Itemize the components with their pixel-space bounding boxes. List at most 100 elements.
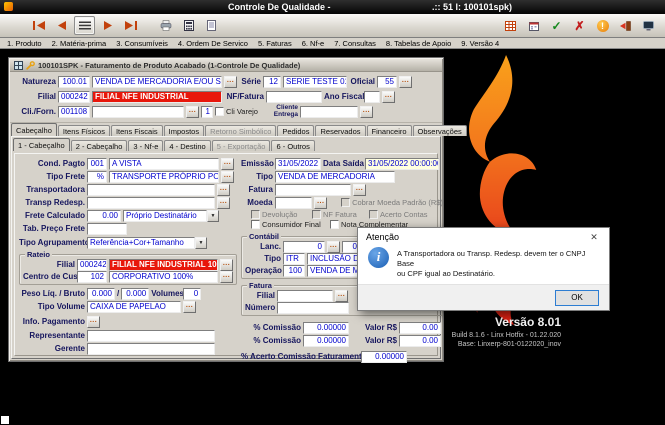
dialog-titlebar[interactable]: Atenção ✕ xyxy=(358,228,609,246)
power-button[interactable] xyxy=(638,16,659,35)
fatura-filial-input[interactable] xyxy=(277,290,333,302)
tipo-volume-input[interactable]: CAIXA DE PAPELAO xyxy=(87,301,181,313)
cond-pagto-desc-input[interactable]: A VISTA xyxy=(109,158,219,170)
tipo-agrupamento-combo-value[interactable]: Referência+Cor+Tamanho xyxy=(87,237,195,249)
cliente-entrega-input[interactable] xyxy=(300,106,358,118)
volumes-input[interactable]: 0 xyxy=(183,288,201,300)
transp-redesp-input[interactable] xyxy=(87,197,215,209)
subtab-1-cabecalho[interactable]: 1 - Cabeçalho xyxy=(13,138,70,151)
peso-liq-input[interactable]: 0.000 xyxy=(87,288,115,300)
dialog-close-button[interactable]: ✕ xyxy=(579,228,609,246)
valor-representante-input[interactable]: 0.00 xyxy=(399,322,441,334)
menu-ordem-de-servico[interactable]: 4. Ordem De Servico xyxy=(173,39,253,48)
frete-calculado-input[interactable]: 0.00 xyxy=(87,210,121,222)
gerente-input[interactable] xyxy=(87,343,215,355)
fatura-lookup-button[interactable]: ... xyxy=(353,184,366,196)
calendar-button[interactable] xyxy=(523,16,544,35)
transportadora-input[interactable] xyxy=(87,184,215,196)
numero-input[interactable] xyxy=(277,302,349,314)
menu-consultas[interactable]: 7. Consultas xyxy=(329,39,381,48)
cond-pagto-code-input[interactable]: 001 xyxy=(87,158,107,170)
centro-custo-lookup-button[interactable]: ... xyxy=(220,271,233,283)
menu-nfe[interactable]: 6. Nf-e xyxy=(297,39,330,48)
tipo-agrupamento-combo[interactable]: Referência+Cor+Tamanho ▼ xyxy=(87,237,207,249)
frete-tipo-combo-value[interactable]: Próprio Destinatário xyxy=(123,210,207,222)
tab-observacoes[interactable]: Observações xyxy=(413,125,467,136)
window-titlebar[interactable]: 100101SPK - Faturamento de Produto Acaba… xyxy=(10,59,442,72)
first-record-button[interactable] xyxy=(28,16,49,35)
transportadora-lookup-button[interactable]: ... xyxy=(217,184,230,196)
table-button[interactable] xyxy=(500,16,521,35)
subtab-2-cabecalho[interactable]: 2 - Cabeçalho xyxy=(71,140,128,151)
last-record-button[interactable] xyxy=(120,16,141,35)
ano-fiscal-lookup-button[interactable]: ... xyxy=(382,91,395,103)
exit-button[interactable] xyxy=(615,16,636,35)
acerto-comissao-input[interactable]: 0.00000 xyxy=(361,351,407,363)
cli-forn-seq-input[interactable]: 1 xyxy=(201,106,213,118)
alert-button[interactable]: ! xyxy=(592,16,613,35)
cancel-button[interactable]: ✗ xyxy=(569,16,590,35)
tab-cabecalho[interactable]: Cabeçalho xyxy=(11,123,57,136)
nota-complementar-checkbox[interactable] xyxy=(330,220,339,229)
lanc-input[interactable]: 0 xyxy=(283,241,325,253)
menu-faturas[interactable]: 5. Faturas xyxy=(253,39,297,48)
tipo-input[interactable]: VENDA DE MERCADORIA xyxy=(275,171,395,183)
oficial-input[interactable]: 55 xyxy=(377,76,397,88)
tipo-frete-desc-input[interactable]: TRANSPORTE PRÓPRIO POR CONTA D xyxy=(109,171,219,183)
chevron-down-icon[interactable]: ▼ xyxy=(207,210,219,222)
browse-list-button[interactable] xyxy=(74,16,95,35)
tab-financeiro[interactable]: Financeiro xyxy=(367,125,412,136)
rateio-filial-desc-input[interactable]: FILIAL NFE INDUSTRIAL 100% xyxy=(109,259,218,271)
cli-forn-code-input[interactable]: 001108 xyxy=(58,106,90,118)
tab-itens-fiscais[interactable]: Itens Fiscais xyxy=(111,125,163,136)
representante-input[interactable] xyxy=(87,330,215,342)
calculator-button[interactable] xyxy=(178,16,199,35)
subtab-6-outros[interactable]: 6 - Outros xyxy=(271,140,314,151)
filial-code-input[interactable]: 000242 xyxy=(58,91,90,103)
cliente-entrega-lookup-button[interactable]: ... xyxy=(360,106,373,118)
rateio-filial-lookup-button[interactable]: ... xyxy=(220,259,233,271)
data-saida-input[interactable]: 31/05/2022 00:00:00 xyxy=(365,158,439,170)
serie-code-input[interactable]: 12 xyxy=(263,76,281,88)
natureza-code-input[interactable]: 100.01 xyxy=(58,76,90,88)
operacao-code-input[interactable]: 100 xyxy=(283,265,305,277)
rateio-filial-code-input[interactable]: 000242 xyxy=(77,259,107,271)
tipo-frete-lookup-button[interactable]: ... xyxy=(221,171,234,183)
natureza-desc-input[interactable]: VENDA DE MERCADORIA E/OU SERVI xyxy=(92,76,222,88)
emissao-input[interactable]: 31/05/2022 xyxy=(275,158,321,170)
ano-fiscal-input[interactable] xyxy=(364,91,380,103)
printer-button[interactable] xyxy=(155,16,176,35)
contabil-tipo-code-input[interactable]: ITR xyxy=(283,253,305,265)
info-pagamento-lookup-button[interactable]: ... xyxy=(87,316,100,328)
comissao-representante-input[interactable]: 0.00000 xyxy=(303,322,349,334)
subtab-3-nfe[interactable]: 3 - Nf-e xyxy=(128,140,163,151)
nf-fatura-input[interactable] xyxy=(266,91,322,103)
centro-custo-code-input[interactable]: 102 xyxy=(77,271,107,283)
subtab-4-destino[interactable]: 4 - Destino xyxy=(164,140,210,151)
next-record-button[interactable] xyxy=(97,16,118,35)
serie-desc-input[interactable]: SERIE TESTE 01.1 xyxy=(283,76,347,88)
lanc-lookup-button[interactable]: ... xyxy=(327,241,340,253)
natureza-lookup-button[interactable]: ... xyxy=(224,76,237,88)
cli-forn-lookup-button[interactable]: ... xyxy=(186,106,199,118)
menu-versao-4[interactable]: 9. Versão 4 xyxy=(456,39,504,48)
tab-impostos[interactable]: Impostos xyxy=(164,125,204,136)
consumidor-final-checkbox[interactable] xyxy=(251,220,260,229)
tab-pedidos[interactable]: Pedidos xyxy=(277,125,314,136)
cli-forn-desc-input[interactable] xyxy=(92,106,184,118)
prior-record-button[interactable] xyxy=(51,16,72,35)
transp-redesp-lookup-button[interactable]: ... xyxy=(217,197,230,209)
cli-varejo-checkbox[interactable] xyxy=(215,107,224,116)
report-button[interactable] xyxy=(201,16,222,35)
valor-gerente-input[interactable]: 0.00 xyxy=(399,335,441,347)
confirm-button[interactable]: ✓ xyxy=(546,16,567,35)
centro-custo-desc-input[interactable]: CORPORATIVO 100% xyxy=(109,271,218,283)
tipo-frete-code-input[interactable]: % xyxy=(87,171,107,183)
moeda-lookup-button[interactable]: ... xyxy=(314,197,327,209)
filial-desc-input[interactable]: FILIAL NFE INDUSTRIAL xyxy=(92,91,222,103)
cond-pagto-lookup-button[interactable]: ... xyxy=(221,158,234,170)
fatura-input[interactable] xyxy=(275,184,351,196)
menu-consumiveis[interactable]: 3. Consumíveis xyxy=(111,39,173,48)
frete-tipo-combo[interactable]: Próprio Destinatário ▼ xyxy=(123,210,219,222)
menu-materia-prima[interactable]: 2. Matéria-prima xyxy=(47,39,112,48)
